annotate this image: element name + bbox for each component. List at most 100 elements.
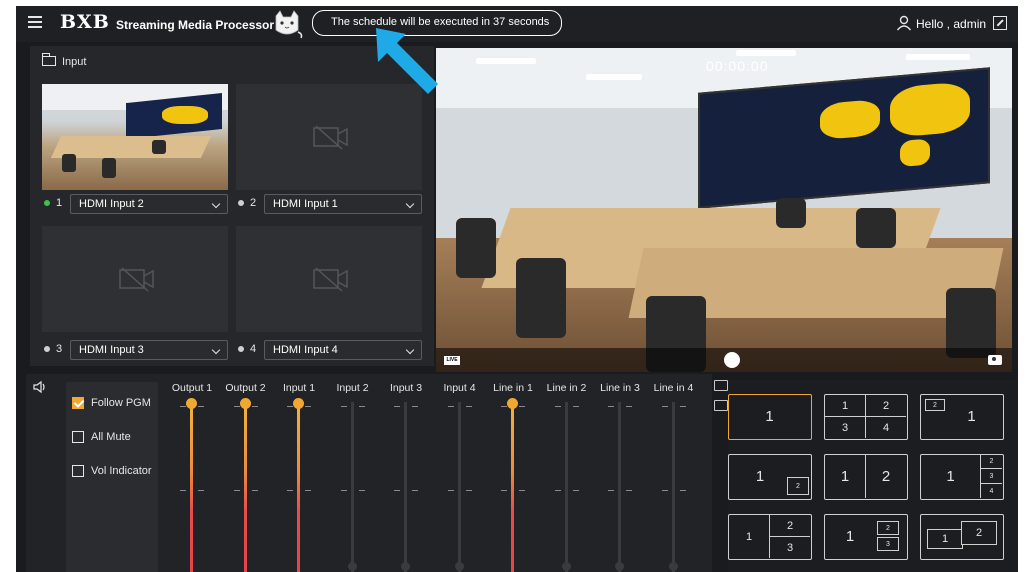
fader-tick bbox=[679, 490, 686, 491]
layout-one-plus-three[interactable]: 1 2 3 4 bbox=[920, 454, 1004, 500]
volume-fader-thumb[interactable] bbox=[186, 398, 197, 409]
layout-one-plus-two-small[interactable]: 1 2 3 bbox=[824, 514, 908, 560]
layout-pip-bottom-right[interactable]: 1 2 bbox=[728, 454, 812, 500]
fader-tick bbox=[626, 490, 632, 491]
chevron-down-icon bbox=[211, 199, 221, 209]
volume-fader-track[interactable] bbox=[564, 402, 568, 572]
fader-tick bbox=[251, 490, 258, 491]
input-3-thumbnail[interactable] bbox=[42, 226, 228, 332]
input-4-thumbnail[interactable] bbox=[236, 226, 422, 332]
channel-label: Output 1 bbox=[171, 382, 213, 394]
volume-fader-track[interactable] bbox=[350, 402, 354, 572]
snapshot-camera-icon[interactable] bbox=[988, 355, 1002, 365]
inactive-dot bbox=[238, 200, 244, 206]
volume-fader-thumb[interactable] bbox=[293, 398, 304, 409]
volume-fader-track[interactable] bbox=[671, 402, 675, 572]
channel-label: Line in 2 bbox=[546, 382, 587, 394]
program-preview[interactable]: 00:00:00 LIVE bbox=[436, 48, 1012, 372]
layout-quad[interactable]: 1 2 3 4 bbox=[824, 394, 908, 440]
volume-fader-thumb[interactable] bbox=[454, 562, 464, 571]
channel-strip: Output 1 bbox=[164, 382, 220, 572]
input-3-source-row: 3 HDMI Input 3 bbox=[42, 340, 228, 360]
channel-label: Output 2 bbox=[225, 382, 266, 394]
user-greeting[interactable]: Hello , admin bbox=[916, 17, 986, 31]
fader-tick bbox=[626, 406, 632, 407]
user-icon[interactable] bbox=[896, 15, 912, 31]
brand-logo: BXB bbox=[60, 11, 110, 33]
volume-fader-track[interactable] bbox=[404, 402, 407, 572]
input-2-thumbnail[interactable] bbox=[236, 84, 422, 190]
fader-tick bbox=[608, 406, 614, 407]
fader-tick bbox=[412, 490, 418, 491]
fader-tick bbox=[233, 490, 240, 491]
menu-icon[interactable] bbox=[28, 16, 42, 28]
volume-fader-track[interactable] bbox=[243, 402, 247, 572]
fader-tick bbox=[447, 490, 454, 491]
volume-fader-track[interactable] bbox=[618, 402, 621, 572]
channel-strip: Line in 3 bbox=[592, 382, 648, 572]
chevron-down-icon bbox=[405, 345, 415, 355]
volume-fader-track[interactable] bbox=[511, 402, 514, 572]
inactive-dot bbox=[238, 346, 244, 352]
fader-tick bbox=[519, 490, 525, 491]
volume-fader-track[interactable] bbox=[457, 402, 461, 572]
channel-label: Line in 4 bbox=[653, 382, 694, 394]
all-mute-checkbox[interactable] bbox=[72, 431, 84, 443]
layout-single[interactable]: 1 bbox=[728, 394, 812, 440]
layout-one-plus-two[interactable]: 1 2 3 bbox=[728, 514, 812, 560]
channel-label: Input 4 bbox=[443, 382, 476, 394]
volume-fader-track[interactable] bbox=[190, 402, 193, 572]
channel-strip: Input 3 bbox=[378, 382, 434, 572]
channel-label: Input 1 bbox=[282, 382, 316, 394]
overlay-mode-icon[interactable] bbox=[714, 400, 728, 411]
layout-side-by-side[interactable]: 1 2 bbox=[824, 454, 908, 500]
volume-fader-thumb[interactable] bbox=[401, 562, 410, 571]
channel-strip: Input 4 bbox=[432, 382, 488, 572]
channel-strip: Line in 1 bbox=[485, 382, 541, 572]
input-1-source-select[interactable]: HDMI Input 2 bbox=[70, 194, 228, 214]
layout-pip-top-left[interactable]: 2 1 bbox=[920, 394, 1004, 440]
fader-tick bbox=[394, 406, 400, 407]
fader-tick bbox=[572, 406, 579, 407]
fader-tick bbox=[394, 490, 400, 491]
input-4-source-select[interactable]: HDMI Input 4 bbox=[264, 340, 422, 360]
fader-tick bbox=[572, 490, 579, 491]
volume-fader-thumb[interactable] bbox=[668, 562, 678, 571]
live-badge: LIVE bbox=[444, 356, 460, 365]
fader-tick bbox=[501, 490, 507, 491]
vol-indicator-checkbox[interactable] bbox=[72, 465, 84, 477]
channel-label: Line in 3 bbox=[600, 382, 640, 394]
fader-tick bbox=[180, 490, 186, 491]
layout-overlap[interactable]: 1 2 bbox=[920, 514, 1004, 560]
active-dot bbox=[44, 200, 50, 206]
preview-control-bar: LIVE bbox=[436, 348, 1012, 372]
fader-tick bbox=[519, 406, 525, 407]
chevron-down-icon bbox=[211, 345, 221, 355]
channel-strip: Line in 2 bbox=[539, 382, 595, 572]
input-3-source-select[interactable]: HDMI Input 3 bbox=[70, 340, 228, 360]
volume-fader-thumb[interactable] bbox=[615, 562, 624, 571]
fullscreen-icon[interactable] bbox=[993, 16, 1007, 30]
volume-fader-thumb[interactable] bbox=[347, 562, 357, 571]
volume-fader-thumb[interactable] bbox=[561, 562, 571, 571]
fader-tick bbox=[198, 406, 204, 407]
follow-pgm-checkbox[interactable] bbox=[72, 397, 84, 409]
input-panel-title: Input bbox=[42, 53, 86, 68]
fader-tick bbox=[679, 406, 686, 407]
fader-tick bbox=[340, 406, 347, 407]
input-panel: Input 1 HDMI Input 2 2 HDMI Input 1 3 HD… bbox=[30, 46, 434, 366]
input-1-thumbnail[interactable] bbox=[42, 84, 228, 190]
volume-fader-thumb[interactable] bbox=[507, 398, 518, 409]
volume-fader-thumb[interactable] bbox=[239, 398, 251, 409]
preview-scrub-knob[interactable] bbox=[724, 352, 740, 368]
input-2-source-select[interactable]: HDMI Input 1 bbox=[264, 194, 422, 214]
speaker-icon[interactable] bbox=[32, 380, 48, 394]
fader-tick bbox=[412, 406, 418, 407]
layout-mode-icon[interactable] bbox=[714, 380, 728, 391]
fader-tick bbox=[305, 490, 311, 491]
channel-strip: Line in 4 bbox=[646, 382, 702, 572]
fader-tick bbox=[554, 406, 561, 407]
volume-fader-track[interactable] bbox=[297, 402, 300, 572]
fader-tick bbox=[608, 490, 614, 491]
app-title: Streaming Media Processor bbox=[116, 18, 275, 32]
